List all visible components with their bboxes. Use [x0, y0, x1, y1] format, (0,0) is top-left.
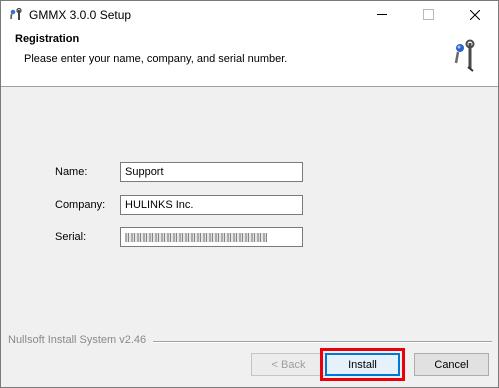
footer-divider	[153, 341, 492, 343]
installer-wrench-icon	[10, 7, 22, 20]
back-button[interactable]: < Back	[251, 353, 326, 376]
serial-label: Serial:	[55, 231, 87, 243]
minimize-button[interactable]	[359, 1, 405, 28]
company-label: Company:	[55, 199, 106, 211]
close-icon	[470, 9, 480, 20]
setup-window: GMMX 3.0.0 Setup Registration Please ent…	[0, 0, 499, 388]
maximize-button[interactable]	[405, 1, 451, 28]
close-button[interactable]	[452, 1, 498, 28]
maximize-icon	[422, 9, 434, 20]
page-header: Registration Please enter your name, com…	[1, 28, 498, 87]
cancel-button[interactable]: Cancel	[414, 353, 489, 376]
page-title: Registration	[15, 33, 80, 45]
name-field[interactable]: Support	[120, 162, 303, 182]
installer-branding: Nullsoft Install System v2.46	[8, 334, 147, 346]
minimize-icon	[377, 14, 387, 15]
name-label: Name:	[55, 166, 88, 178]
installer-wrench-icon	[454, 39, 475, 72]
company-field[interactable]: HULINKS Inc.	[120, 195, 303, 215]
page-subtitle: Please enter your name, company, and ser…	[24, 53, 288, 65]
install-button[interactable]: Install	[325, 353, 400, 376]
title-bar[interactable]: GMMX 3.0.0 Setup	[1, 1, 498, 28]
window-title: GMMX 3.0.0 Setup	[29, 8, 132, 22]
serial-obscured-value	[125, 233, 267, 242]
serial-field[interactable]	[120, 227, 303, 247]
